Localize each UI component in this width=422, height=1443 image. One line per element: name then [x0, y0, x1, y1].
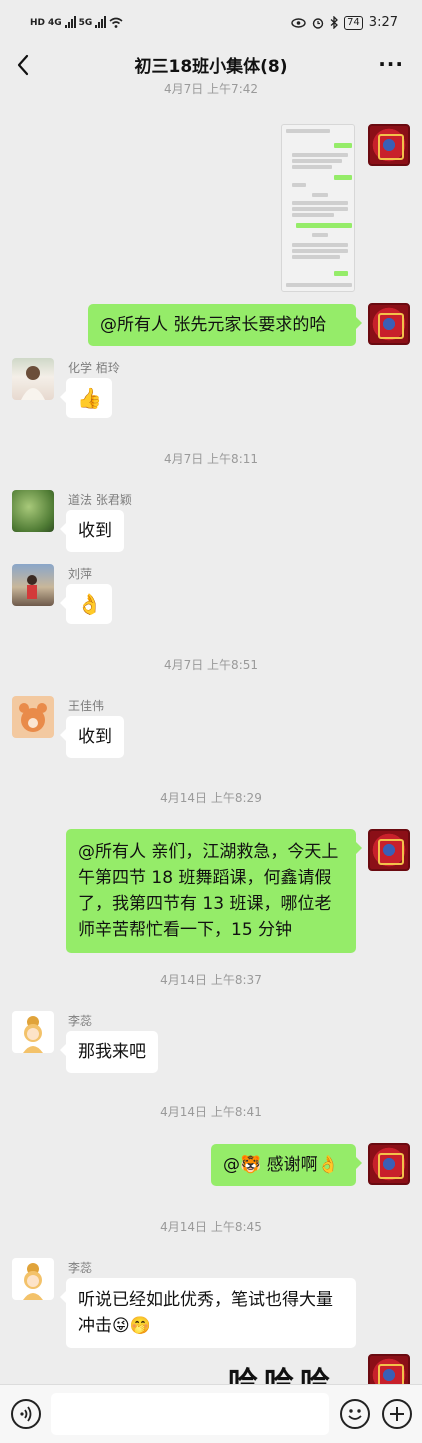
sender-avatar[interactable]	[12, 696, 54, 738]
hd-icon: HD	[30, 18, 46, 28]
outgoing-message[interactable]: @所有人 亲们，江湖救急，今天上午第四节 18 班舞蹈课，何鑫请假了，我第四节有…	[66, 829, 362, 953]
4g-label: 4G	[48, 18, 62, 28]
signal-icon	[95, 16, 107, 28]
sender-name: 王佳伟	[68, 699, 105, 713]
screenshot-image-message[interactable]	[281, 124, 355, 292]
emoji-icon[interactable]	[340, 1399, 370, 1429]
timestamp: 4月7日 上午7:42	[163, 82, 259, 96]
sender-name: 李蕊	[68, 1261, 93, 1275]
incoming-message[interactable]: 听说已经如此优秀，笔试也得大量冲击😜🤭	[60, 1278, 356, 1348]
outgoing-message[interactable]: @🐯 感谢啊👌	[211, 1144, 362, 1186]
wink-emoji: 😜🤭	[112, 1316, 151, 1336]
my-avatar[interactable]	[368, 303, 410, 345]
thumbs-up-emoji: 👍	[77, 386, 102, 410]
cartoon-girl-icon	[23, 1016, 43, 1053]
incoming-message[interactable]: 👍	[60, 378, 112, 418]
message-text: 收到	[78, 521, 112, 541]
ok-hand-emoji: 👌	[317, 1155, 339, 1175]
timestamp: 4月14日 上午8:37	[160, 973, 262, 987]
input-bar	[0, 1384, 422, 1443]
sender-avatar[interactable]	[12, 1258, 54, 1300]
chat-title: 初三18班小集体(8)	[134, 57, 288, 77]
timestamp: 4月7日 上午8:51	[163, 658, 259, 672]
sender-name: 化学 栢玲	[68, 361, 120, 375]
person-photo-icon	[27, 575, 37, 599]
message-text: @所有人 张先元家长要求的哈	[100, 315, 327, 335]
at-symbol: @	[223, 1155, 240, 1175]
status-bar: HD 4G 5G 74 3:27	[0, 0, 422, 48]
sender-name: 道法 张君颖	[68, 493, 132, 507]
my-avatar[interactable]	[368, 124, 410, 166]
sticker-text: 哈哈哈	[228, 1366, 336, 1384]
message-text: 那我来吧	[78, 1042, 146, 1062]
timestamp: 4月7日 上午8:11	[163, 452, 259, 466]
sticker-message[interactable]: 哈哈哈	[228, 1354, 358, 1384]
wifi-icon	[109, 17, 123, 28]
message-list[interactable]: 4月7日 上午7:42 @所有人 张先元家长要求的哈 化学 栢玲 👍 4月7日 …	[0, 82, 422, 1384]
incoming-message[interactable]: 👌	[60, 584, 112, 624]
incoming-message[interactable]: 收到	[60, 510, 124, 552]
plus-icon[interactable]	[382, 1399, 412, 1429]
chat-header: 初三18班小集体(8) ···	[0, 48, 422, 82]
sender-name: 刘萍	[68, 567, 93, 581]
message-input[interactable]	[51, 1393, 329, 1435]
status-time: 3:27	[368, 15, 398, 30]
alarm-icon	[312, 17, 324, 29]
bluetooth-icon	[330, 16, 339, 29]
sender-name: 李蕊	[68, 1014, 93, 1028]
cartoon-animal-icon	[19, 703, 47, 732]
sender-avatar[interactable]	[12, 1011, 54, 1053]
sender-avatar[interactable]	[12, 564, 54, 606]
more-options-icon[interactable]: ···	[378, 52, 404, 76]
timestamp: 4月14日 上午8:45	[160, 1220, 262, 1234]
my-avatar[interactable]	[368, 829, 410, 871]
sender-avatar[interactable]	[12, 358, 54, 400]
ok-hand-emoji: 👌	[77, 592, 102, 616]
my-avatar[interactable]	[368, 1354, 410, 1384]
message-text: 感谢啊	[261, 1155, 318, 1175]
incoming-message[interactable]: 那我来吧	[60, 1031, 158, 1073]
sender-avatar[interactable]	[12, 490, 54, 532]
my-avatar[interactable]	[368, 1143, 410, 1185]
person-photo-icon	[21, 366, 45, 400]
signal-icon	[64, 16, 76, 28]
network-indicators: HD 4G 5G	[30, 16, 123, 28]
timestamp: 4月14日 上午8:41	[160, 1105, 262, 1119]
5g-label: 5G	[78, 18, 93, 28]
incoming-message[interactable]: 收到	[60, 716, 124, 758]
message-text: @所有人 亲们，江湖救急，今天上午第四节 18 班舞蹈课，何鑫请假了，我第四节有…	[78, 842, 339, 940]
cartoon-girl-icon	[23, 1263, 43, 1300]
message-text: 收到	[78, 727, 112, 747]
tiger-emoji: 🐯	[240, 1155, 262, 1175]
eye-icon	[291, 17, 306, 28]
voice-icon[interactable]	[11, 1399, 41, 1429]
outgoing-message[interactable]: @所有人 张先元家长要求的哈	[88, 304, 362, 346]
system-indicators: 74 3:27	[291, 15, 398, 30]
battery-indicator: 74	[344, 15, 363, 30]
timestamp: 4月14日 上午8:29	[160, 791, 262, 805]
